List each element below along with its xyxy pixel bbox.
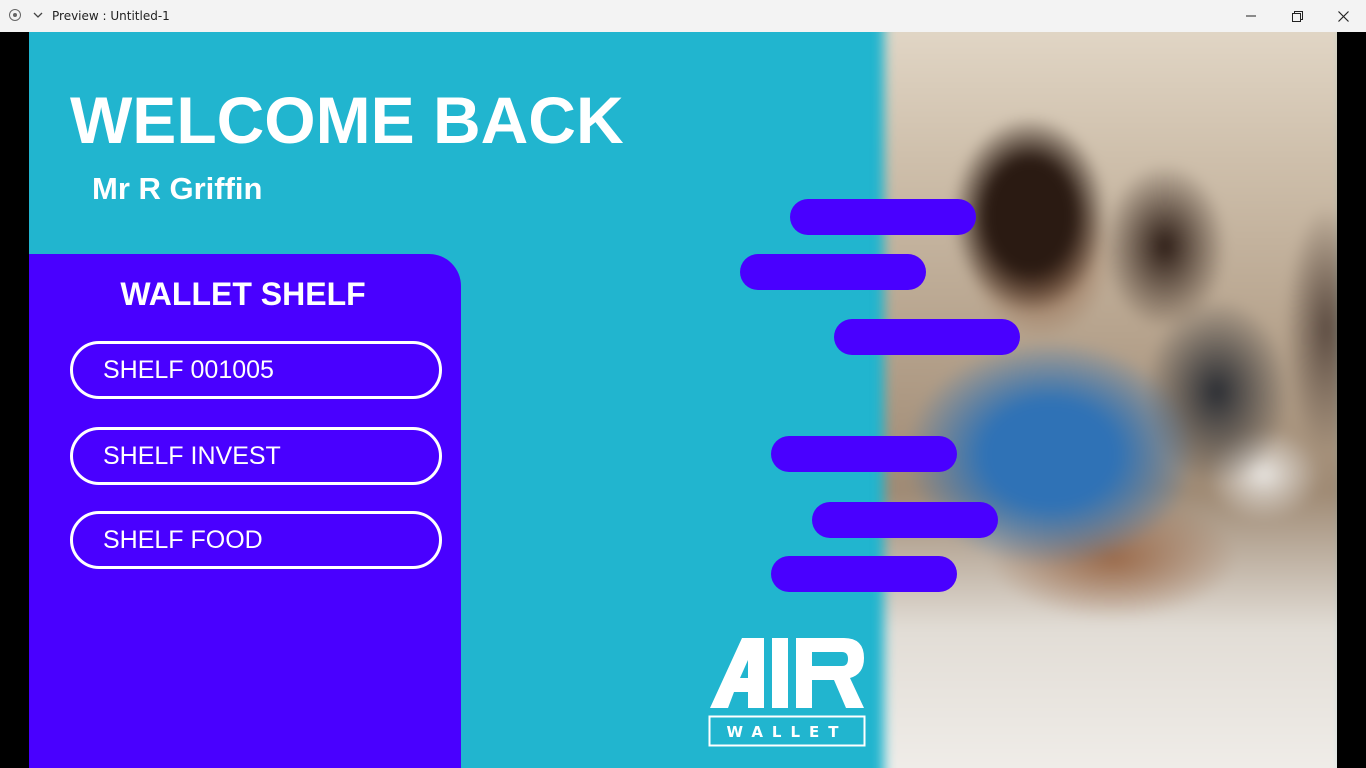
air-wallet-logo: WALLET (708, 638, 866, 747)
menu-pill-5[interactable] (812, 502, 998, 538)
menu-pill-2[interactable] (740, 254, 926, 290)
wallet-shelf-heading: WALLET SHELF (120, 276, 366, 312)
window-title: Preview : Untitled-1 (52, 9, 170, 23)
welcome-title: WELCOME BACK (70, 83, 624, 157)
restore-icon (1291, 10, 1303, 22)
minimize-button[interactable] (1228, 0, 1274, 32)
menu-pill-4[interactable] (771, 436, 957, 472)
menu-pill-6[interactable] (771, 556, 957, 592)
menu-pill-3[interactable] (834, 319, 1020, 355)
shelf-food-button[interactable]: SHELF FOOD (70, 511, 442, 569)
close-button[interactable] (1320, 0, 1366, 32)
menu-pill-1[interactable] (790, 199, 976, 235)
minimize-icon (1246, 15, 1256, 17)
close-icon (1337, 10, 1349, 22)
shelf-001005-button[interactable]: SHELF 001005 (70, 341, 442, 399)
logo-tagline: WALLET (726, 723, 847, 741)
window-title-bar: Preview : Untitled-1 (0, 0, 1366, 32)
user-name: Mr R Griffin (92, 171, 263, 206)
app-canvas: WELCOME BACK Mr R Griffin WALLET SHELF S… (29, 32, 1337, 768)
shelf-invest-button[interactable]: SHELF INVEST (70, 427, 442, 485)
background-photo (884, 32, 1337, 768)
chevron-down-icon[interactable] (31, 8, 45, 22)
app-icon[interactable] (9, 9, 21, 21)
restore-button[interactable] (1274, 0, 1320, 32)
wallet-shelf-panel: WALLET SHELF SHELF 001005 SHELF INVEST S… (29, 254, 461, 768)
